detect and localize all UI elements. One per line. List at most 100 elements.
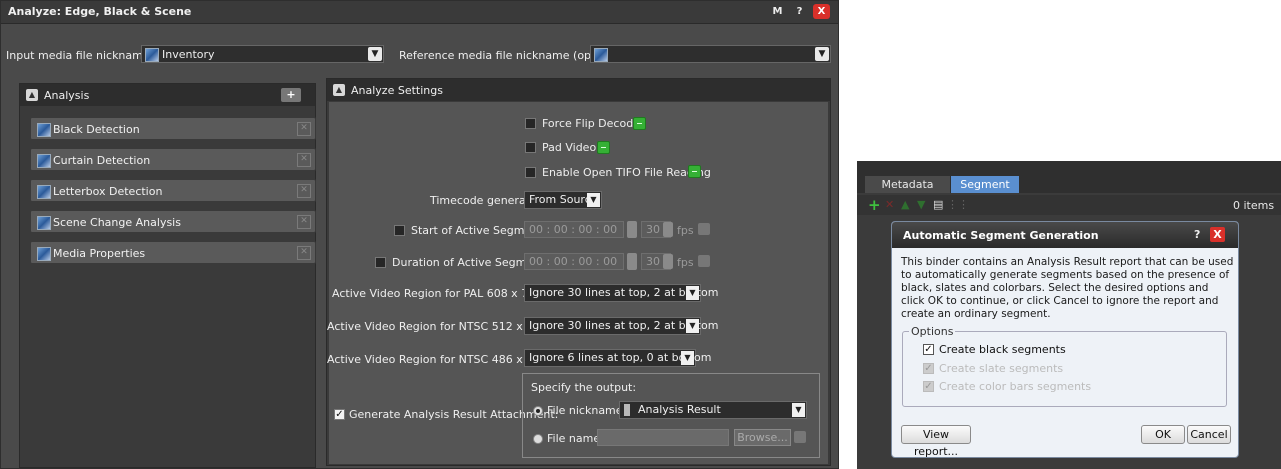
spinner-icon[interactable] (627, 253, 637, 270)
toggle-icon[interactable] (698, 223, 710, 235)
analysis-item[interactable]: Media Properties ✕ (30, 241, 316, 264)
m-button[interactable]: M (769, 4, 786, 19)
analysis-icon (37, 247, 51, 261)
timecode-select[interactable]: From Source ▼ (524, 191, 602, 209)
close-button[interactable]: X (813, 4, 830, 19)
file-name-input[interactable] (597, 429, 729, 446)
remove-icon[interactable]: ✕ (297, 184, 311, 198)
analyze-window: Analyze: Edge, Black & Scene M ? X Input… (0, 0, 839, 469)
tab-segment-list[interactable]: Segment List (951, 176, 1019, 208)
file-nickname-label: File nickname: (547, 404, 627, 417)
file-name-radio[interactable] (533, 434, 543, 444)
move-down-icon[interactable]: ▼ (917, 198, 925, 211)
info-icon[interactable] (597, 141, 610, 154)
ntsc486-select[interactable]: Ignore 6 lines at top, 0 at bottom ▼ (524, 349, 711, 367)
analysis-title: Analysis (44, 89, 90, 102)
file-nickname-radio[interactable] (533, 406, 543, 416)
add-icon[interactable]: + (868, 196, 881, 214)
create-slate-label: Create slate segments (939, 362, 1064, 375)
chevron-down-icon[interactable] (663, 222, 673, 237)
ntsc512-label: Active Video Region for NTSC 512 x 720: (327, 320, 551, 333)
info-icon[interactable] (633, 117, 646, 130)
chevron-down-icon: ▼ (681, 351, 694, 365)
analysis-item-label: Scene Change Analysis (53, 216, 181, 229)
analysis-header: ▲ Analysis + (20, 84, 315, 106)
fps-unit: fps (677, 256, 694, 269)
analysis-item[interactable]: Scene Change Analysis ✕ (30, 210, 316, 233)
dialog-message: This binder contains an Analysis Result … (901, 256, 1234, 320)
remove-icon[interactable]: ✕ (297, 215, 311, 229)
item-count: 0 items (1233, 199, 1275, 212)
analysis-item-label: Media Properties (53, 247, 146, 260)
input-media-value: Inventory (162, 48, 215, 61)
force-flip-label: Force Flip Decoder (542, 117, 645, 130)
split-icon[interactable]: ⋮⋮ (947, 198, 969, 211)
remove-icon[interactable]: ✕ (297, 122, 311, 136)
add-analysis-button[interactable]: + (281, 88, 301, 102)
segment-toolbar: + ✕ ▲ ▼ ▤ ⋮⋮ 0 items (857, 195, 1281, 215)
ok-button[interactable]: OK (1141, 425, 1185, 444)
start-segment-checkbox[interactable] (394, 225, 405, 236)
move-up-icon[interactable]: ▲ (901, 198, 909, 211)
settings-title: Analyze Settings (351, 84, 443, 97)
remove-icon[interactable]: ✕ (297, 246, 311, 260)
spinner-icon[interactable] (627, 221, 637, 238)
start-timecode-field[interactable]: 00 : 00 : 00 : 00 (524, 221, 624, 238)
browse-button[interactable]: Browse... (734, 429, 791, 446)
reference-media-dropdown[interactable]: ▼ (590, 45, 831, 63)
options-title: Options (909, 325, 956, 338)
document-icon[interactable]: ▤ (933, 198, 943, 211)
chevron-down-icon: ▼ (686, 286, 699, 300)
collapse-icon[interactable]: ▲ (26, 89, 38, 101)
open-tifo-label: Enable Open TIFO File Reading (542, 166, 711, 179)
analysis-item[interactable]: Letterbox Detection ✕ (30, 179, 316, 202)
toggle-icon[interactable] (794, 431, 806, 443)
pal-select[interactable]: Ignore 30 lines at top, 2 at bottom ▼ (524, 284, 718, 302)
input-media-label: Input media file nickname: (6, 49, 154, 62)
chevron-down-icon: ▼ (815, 47, 829, 61)
pad-video-checkbox[interactable] (525, 142, 536, 153)
create-black-label: Create black segments (939, 343, 1066, 356)
duration-segment-checkbox[interactable] (375, 257, 386, 268)
media-icon (594, 48, 608, 62)
remove-icon[interactable]: ✕ (297, 153, 311, 167)
dialog-titlebar: Automatic Segment Generation ? X (892, 222, 1238, 248)
analysis-item[interactable]: Curtain Detection ✕ (30, 148, 316, 171)
analysis-item[interactable]: Black Detection ✕ (30, 117, 316, 140)
chevron-down-icon: ▼ (792, 403, 805, 417)
chevron-down-icon: ▼ (686, 319, 699, 333)
toggle-icon[interactable] (698, 255, 710, 267)
help-button[interactable]: ? (791, 4, 808, 19)
dialog-title: Automatic Segment Generation (903, 229, 1099, 242)
title-bar: Analyze: Edge, Black & Scene M ? X (1, 1, 838, 24)
settings-panel: ▲ Analyze Settings Force Flip Decoder Pa… (326, 78, 831, 466)
window-title: Analyze: Edge, Black & Scene (8, 5, 192, 18)
tab-metadata-labels[interactable]: Metadata Labels (865, 176, 950, 208)
view-report-button[interactable]: View report... (901, 425, 971, 458)
ntsc512-select[interactable]: Ignore 30 lines at top, 2 at bottom ▼ (524, 317, 718, 335)
open-tifo-checkbox[interactable] (525, 167, 536, 178)
generate-attachment-checkbox[interactable]: ✓ (334, 409, 345, 420)
delete-icon[interactable]: ✕ (885, 198, 894, 211)
dialog-close-button[interactable]: X (1210, 227, 1225, 242)
collapse-icon[interactable]: ▲ (333, 84, 345, 96)
create-black-checkbox[interactable]: ✓ (923, 344, 934, 355)
analysis-icon (37, 123, 51, 137)
analysis-icon (37, 154, 51, 168)
pad-video-label: Pad Video (542, 141, 597, 154)
file-nickname-select[interactable]: Analysis Result ▼ (619, 401, 807, 419)
auto-segment-dialog: Automatic Segment Generation ? X This bi… (891, 221, 1239, 458)
cancel-button[interactable]: Cancel (1187, 425, 1231, 444)
analysis-icon (37, 216, 51, 230)
force-flip-checkbox[interactable] (525, 118, 536, 129)
input-media-dropdown[interactable]: Inventory ▼ (141, 45, 384, 63)
create-colorbars-label: Create color bars segments (939, 380, 1092, 393)
info-icon[interactable] (688, 165, 701, 178)
duration-timecode-field[interactable]: 00 : 00 : 00 : 00 (524, 253, 624, 270)
file-nickname-value: Analysis Result (638, 403, 721, 416)
analysis-item-label: Black Detection (53, 123, 140, 136)
ntsc486-label: Active Video Region for NTSC 486 x 720: (327, 353, 551, 366)
chevron-down-icon[interactable] (663, 254, 673, 269)
help-icon[interactable]: ? (1194, 228, 1200, 241)
analysis-panel: ▲ Analysis + Black Detection ✕ Curtain D… (19, 83, 316, 468)
